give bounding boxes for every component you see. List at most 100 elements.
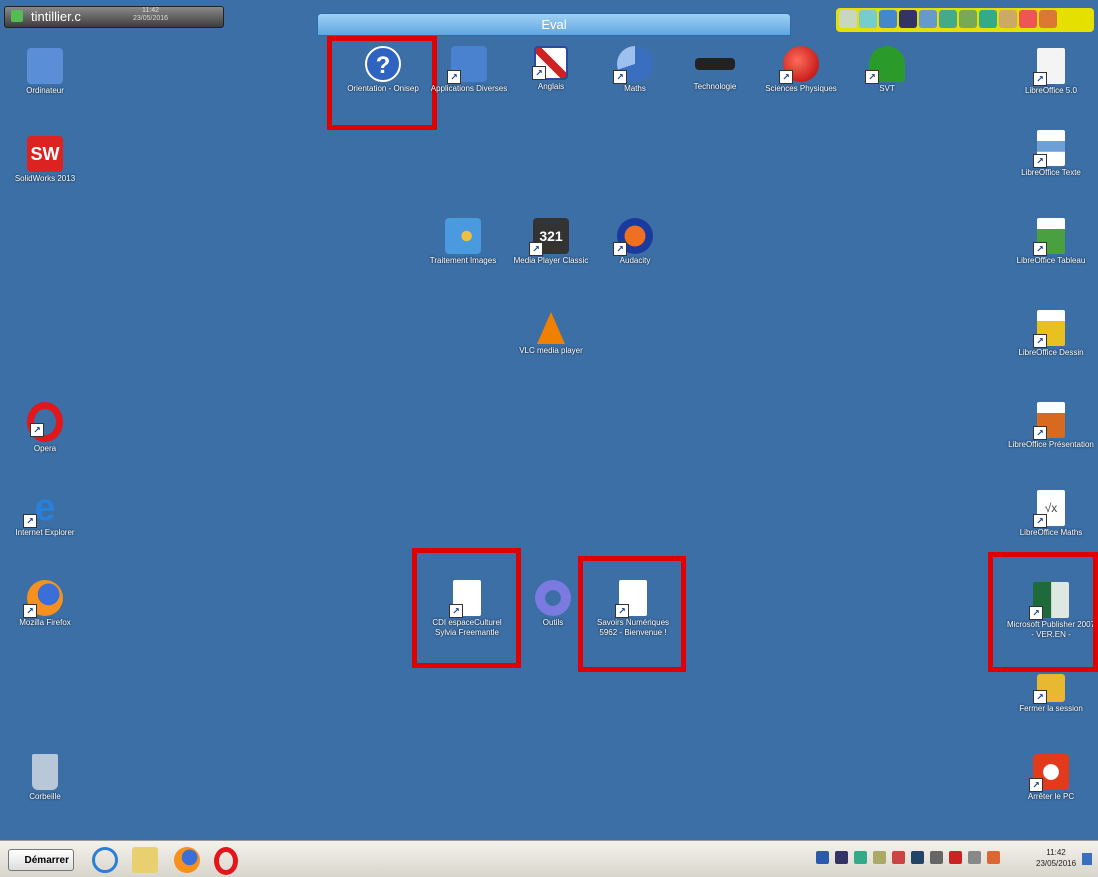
uk-flag-icon: ↗: [532, 46, 568, 80]
desktop-icon-libreoffice-presentation[interactable]: ↗ LibreOffice Présentation: [1006, 402, 1096, 450]
window-icon[interactable]: [959, 10, 977, 28]
icon-label: LibreOffice Texte: [1021, 168, 1081, 177]
chart-icon[interactable]: [859, 10, 877, 28]
eval-title-bar[interactable]: Eval: [317, 13, 791, 36]
impress-document-icon: ↗: [1033, 402, 1065, 440]
desktop-icon-audacity[interactable]: ↗ Audacity: [590, 218, 680, 266]
icon-label: Arrêter le PC: [1027, 792, 1075, 801]
paint-palette-icon: [445, 218, 481, 254]
icon-label: Mozilla Firefox: [19, 618, 71, 627]
shortcut-arrow-icon: ↗: [1033, 242, 1047, 256]
user-session-time: 11:42 23/05/2016: [133, 7, 168, 23]
user-session-box[interactable]: tintillier.c 11:42 23/05/2016: [4, 6, 224, 28]
desktop-icon-libreoffice-tableau[interactable]: ↗ LibreOffice Tableau: [1006, 218, 1096, 266]
tray-icon-5[interactable]: [892, 851, 905, 864]
help-icon[interactable]: [1019, 10, 1037, 28]
shortcut-arrow-icon: ↗: [1029, 778, 1043, 792]
desktop-icon-libreoffice-50[interactable]: ↗ LibreOffice 5.0: [1006, 48, 1096, 96]
icon-label: LibreOffice Dessin: [1018, 348, 1084, 357]
power-icon: ↗: [1029, 754, 1069, 792]
desktop-icon-libreoffice-dessin[interactable]: ↗ LibreOffice Dessin: [1006, 310, 1096, 358]
shortcut-arrow-icon: ↗: [1033, 690, 1047, 704]
desktop-icon-traitement-images[interactable]: Traitement Images: [418, 218, 508, 266]
tree-icon: ↗: [865, 46, 905, 84]
kaspersky-icon[interactable]: [949, 851, 962, 864]
shortcut-arrow-icon: ↗: [1033, 426, 1047, 440]
world-icon[interactable]: [979, 10, 997, 28]
shortcut-arrow-icon: ↗: [23, 514, 37, 528]
icon-label: Anglais: [537, 82, 565, 91]
internet-explorer-icon: e ↗: [23, 489, 63, 528]
desktop-icon-corbeille[interactable]: Corbeille: [0, 754, 90, 802]
opera-icon[interactable]: [214, 847, 238, 875]
desktop-icon-media-player-classic[interactable]: 321 ↗ Media Player Classic: [506, 218, 596, 266]
vlc-cone-icon: [537, 312, 565, 344]
show-desktop-icon[interactable]: [1082, 853, 1092, 865]
tray-icon-1[interactable]: [816, 851, 829, 864]
gear-icon: [535, 580, 571, 616]
tray-icon-10[interactable]: [987, 851, 1000, 864]
printer-icon[interactable]: [899, 10, 917, 28]
opera-icon: ↗: [27, 402, 63, 442]
icon-label: Internet Explorer: [15, 528, 75, 537]
icon-label: SVT: [879, 84, 895, 93]
desktop-icon-ordinateur[interactable]: Ordinateur: [0, 48, 90, 96]
clock-date: 23/05/2016: [1036, 859, 1077, 868]
desktop-icon-fermer-session[interactable]: ↗ Fermer la session: [1006, 674, 1096, 714]
book-icon[interactable]: [999, 10, 1017, 28]
taskbar-clock[interactable]: 11:42 23/05/2016: [1036, 847, 1076, 869]
highlight-box-savoirs: [578, 556, 686, 672]
icon-label: Fermer la session: [1019, 704, 1083, 713]
desktop-icon-anglais[interactable]: ↗ Anglais: [506, 46, 596, 92]
desktop-icon-solidworks[interactable]: SW SolidWorks 2013: [0, 136, 90, 184]
shortcut-arrow-icon: ↗: [865, 70, 879, 84]
internet-explorer-icon[interactable]: [92, 847, 118, 873]
desktop-icon-technologie[interactable]: Technologie: [670, 46, 760, 92]
users-icon[interactable]: [919, 10, 937, 28]
tool-icon-1[interactable]: [839, 10, 857, 28]
start-button[interactable]: Démarrer: [8, 849, 74, 871]
solidworks-icon: SW: [27, 136, 63, 172]
tray-icon-9[interactable]: [968, 851, 981, 864]
desktop-icon-opera[interactable]: ↗ Opera: [0, 402, 90, 454]
highlight-box-orientation: [327, 36, 437, 130]
desktop-icon-sciences[interactable]: ↗ Sciences Physiques: [756, 46, 846, 94]
highlight-box-publisher: [988, 552, 1098, 672]
shortcut-arrow-icon: ↗: [613, 242, 627, 256]
network-tray-icon[interactable]: [911, 851, 924, 864]
headphones-icon: ↗: [613, 218, 653, 256]
globe-icon[interactable]: [879, 10, 897, 28]
desktop-icon-svt[interactable]: ↗ SVT: [842, 46, 932, 94]
folder-icon[interactable]: [132, 847, 158, 873]
recycle-bin-icon: [32, 754, 58, 790]
network-icon[interactable]: [939, 10, 957, 28]
desktop-icon-firefox[interactable]: ↗ Mozilla Firefox: [0, 580, 90, 628]
desktop-icon-maths[interactable]: ↗ Maths: [590, 46, 680, 94]
icon-label: Maths: [624, 84, 646, 93]
system-tray: [816, 851, 1000, 864]
desktop-icon-vlc[interactable]: VLC media player: [506, 312, 596, 356]
applications-icon: ↗: [447, 46, 487, 84]
quick-tools-toolbar: [836, 8, 1094, 32]
taskbar: Démarrer 11:42 23/05/2016: [0, 840, 1098, 877]
desktop-icon-applications[interactable]: ↗ Applications Diverses: [424, 46, 514, 94]
volume-icon[interactable]: [930, 851, 943, 864]
desktop-icon-libreoffice-texte[interactable]: ↗ LibreOffice Texte: [1006, 130, 1096, 178]
tray-icon-4[interactable]: [873, 851, 886, 864]
desktop-icon-libreoffice-maths[interactable]: √x ↗ LibreOffice Maths: [1006, 490, 1096, 538]
highlight-box-cdi: [412, 548, 521, 668]
tray-icon-3[interactable]: [854, 851, 867, 864]
clapperboard-icon: 321 ↗: [529, 218, 569, 256]
user-name: tintillier.c: [31, 9, 81, 24]
clock-time: 11:42: [1046, 848, 1066, 857]
desktop-icon-ie[interactable]: e ↗ Internet Explorer: [0, 489, 90, 538]
icon-label: Sciences Physiques: [765, 84, 837, 93]
shortcut-arrow-icon: ↗: [1033, 334, 1047, 348]
firefox-icon[interactable]: [174, 847, 200, 873]
desktop-icon-arreter-pc[interactable]: ↗ Arrêter le PC: [1006, 754, 1096, 802]
icon-label: LibreOffice Maths: [1019, 528, 1083, 537]
lifebuoy-icon[interactable]: [1039, 10, 1057, 28]
tray-icon-2[interactable]: [835, 851, 848, 864]
shortcut-arrow-icon: ↗: [23, 604, 37, 618]
session-date: 23/05/2016: [133, 15, 169, 22]
